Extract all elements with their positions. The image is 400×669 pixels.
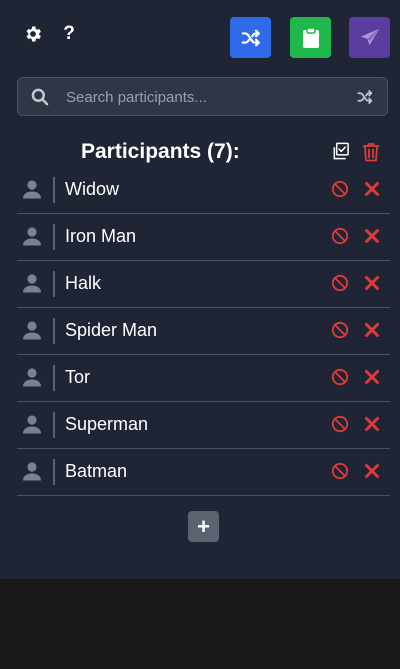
list-item: Spider Man — [17, 308, 390, 355]
exclude-icon[interactable] — [331, 321, 349, 339]
trash-icon[interactable] — [362, 142, 380, 162]
clipboard-icon — [302, 26, 319, 48]
settings-button[interactable] — [21, 22, 45, 46]
participants-header: Participants (7): — [0, 138, 400, 168]
list-item: Halk — [17, 261, 390, 308]
exclude-icon[interactable] — [331, 415, 349, 433]
add-participant-button[interactable]: + — [188, 511, 219, 542]
send-icon — [360, 28, 379, 45]
list-item: Iron Man — [17, 214, 390, 261]
copy-clipboard-button[interactable] — [290, 17, 331, 58]
close-icon[interactable] — [364, 228, 380, 244]
user-icon — [23, 321, 41, 340]
exclude-icon[interactable] — [331, 227, 349, 245]
list-item: Batman — [17, 449, 390, 496]
close-icon[interactable] — [364, 369, 380, 385]
participant-name[interactable]: Widow — [65, 179, 119, 200]
divider — [53, 318, 55, 344]
divider — [53, 224, 55, 250]
user-icon — [23, 462, 41, 481]
participant-name[interactable]: Iron Man — [65, 226, 136, 247]
exclude-icon[interactable] — [331, 180, 349, 198]
participant-name[interactable]: Batman — [65, 461, 127, 482]
user-icon — [23, 274, 41, 293]
user-icon — [23, 227, 41, 246]
divider — [53, 271, 55, 297]
participant-list: Widow Iron Man Halk Spider Man Tor Super… — [17, 167, 390, 496]
close-icon[interactable] — [364, 322, 380, 338]
search-bar — [17, 77, 388, 117]
list-item: Superman — [17, 402, 390, 449]
select-all-icon[interactable] — [331, 142, 350, 161]
shuffle-icon[interactable] — [355, 88, 375, 106]
participant-name[interactable]: Halk — [65, 273, 101, 294]
user-icon — [23, 415, 41, 434]
plus-icon: + — [197, 513, 210, 539]
participants-title: Participants (7): — [81, 140, 240, 163]
user-icon — [23, 368, 41, 387]
participant-name[interactable]: Tor — [65, 367, 90, 388]
participant-name[interactable]: Spider Man — [65, 320, 157, 341]
list-item: Tor — [17, 355, 390, 402]
list-item: Widow — [17, 167, 390, 214]
search-icon — [31, 88, 49, 106]
divider — [53, 459, 55, 485]
top-toolbar: ? — [0, 0, 400, 70]
close-icon[interactable] — [364, 181, 380, 197]
close-icon[interactable] — [364, 463, 380, 479]
divider — [53, 412, 55, 438]
gear-icon — [26, 26, 41, 42]
user-icon — [23, 180, 41, 199]
divider — [53, 365, 55, 391]
shuffle-icon — [241, 29, 260, 46]
divider — [53, 177, 55, 203]
shuffle-button[interactable] — [230, 17, 271, 58]
close-icon[interactable] — [364, 416, 380, 432]
participant-name[interactable]: Superman — [65, 414, 148, 435]
exclude-icon[interactable] — [331, 462, 349, 480]
participants-panel: ? Search participants... Participants (7… — [0, 0, 400, 579]
search-input[interactable] — [64, 78, 348, 117]
close-icon[interactable] — [364, 275, 380, 291]
exclude-icon[interactable] — [331, 368, 349, 386]
exclude-icon[interactable] — [331, 274, 349, 292]
help-button[interactable]: ? — [57, 22, 81, 46]
send-button[interactable] — [349, 17, 390, 58]
